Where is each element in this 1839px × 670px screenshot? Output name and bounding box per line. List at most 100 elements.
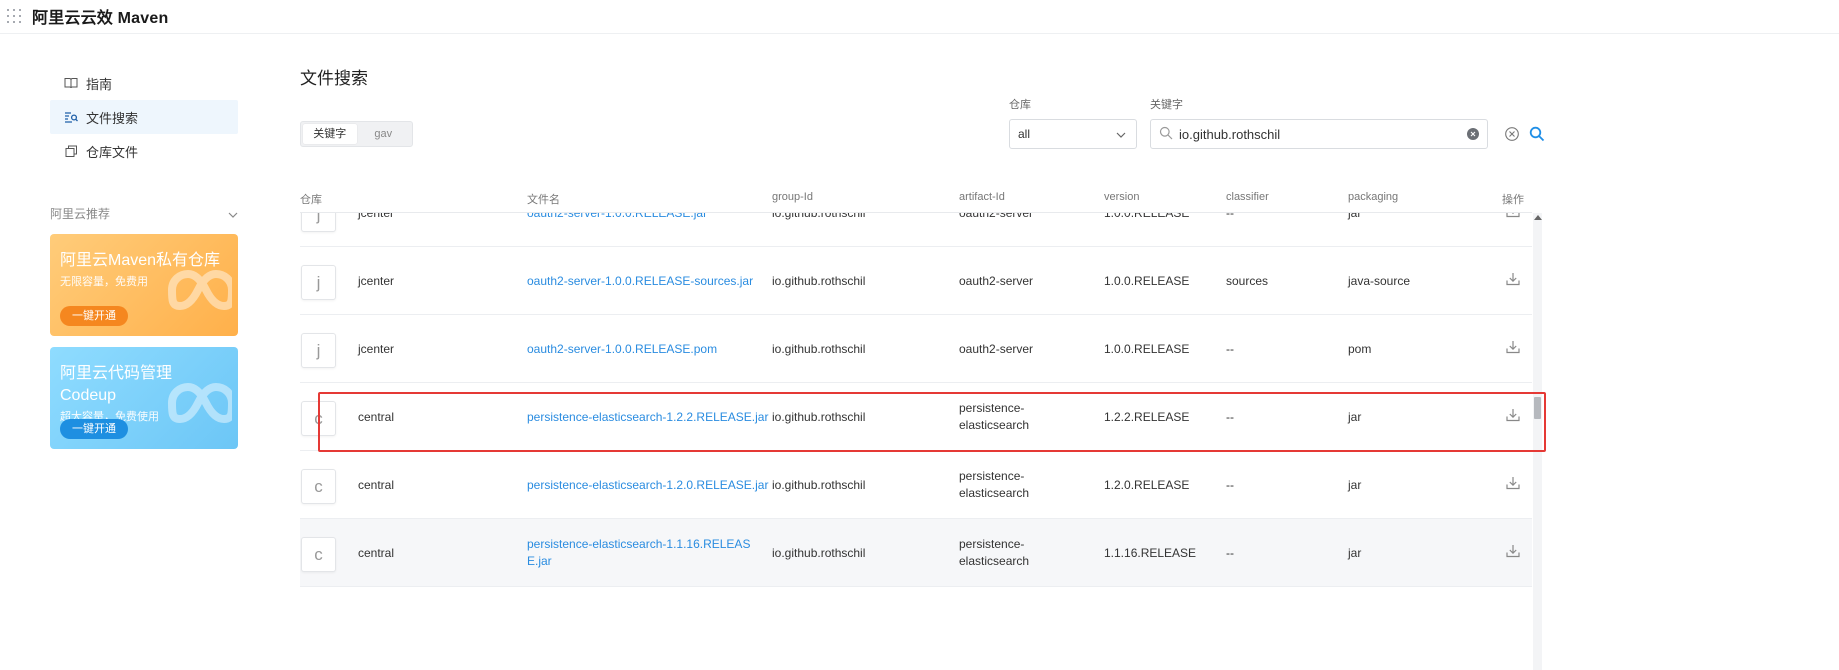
sidebar: 指南 文件搜索 仓库文件 (50, 66, 238, 168)
version-cell: 1.0.0.RELEASE (1104, 213, 1189, 247)
group-cell: io.github.rothschil (772, 273, 866, 288)
classifier-cell: -- (1226, 545, 1234, 560)
file-link[interactable]: oauth2-server-1.0.0.RELEASE-sources.jar (527, 247, 753, 315)
keyword-label: 关键字 (1150, 99, 1183, 111)
copy-icon (64, 144, 78, 158)
artifact-cell: persistence-elasticsearch (959, 537, 1030, 568)
packaging-cell: jar (1348, 213, 1361, 247)
activate-button[interactable]: 一键开通 (60, 306, 128, 326)
table-scrollbar[interactable] (1533, 213, 1542, 670)
sidebar-item-guide[interactable]: 指南 (50, 66, 238, 100)
column-header-group-id: group-Id (772, 191, 813, 203)
file-link[interactable]: persistence-elasticsearch-1.1.16.RELEASE… (527, 519, 752, 587)
chevron-down-icon[interactable] (228, 207, 238, 221)
results-table-body: j jcenter oauth2-server-1.0.0.RELEASE.ja… (300, 213, 1532, 670)
version-cell: 1.0.0.RELEASE (1104, 273, 1190, 288)
table-row: c central persistence-elasticsearch-1.2.… (300, 383, 1532, 451)
app-grid-icon[interactable] (6, 8, 21, 23)
column-header-repo: 仓库 (300, 194, 322, 206)
download-icon[interactable] (1505, 271, 1521, 287)
repo-select-value: all (1018, 127, 1031, 141)
search-icon (1159, 126, 1173, 143)
infinity-logo-icon (167, 382, 232, 424)
artifact-cell: oauth2-server (959, 341, 1034, 356)
artifact-cell: persistence-elasticsearch (959, 469, 1030, 500)
version-cell: 1.1.16.RELEASE (1104, 545, 1197, 560)
column-header-artifact-id: artifact-Id (959, 191, 1005, 203)
table-row: c central persistence-elasticsearch-1.2.… (300, 451, 1532, 519)
repo-cell: jcenter (358, 213, 394, 247)
group-cell: io.github.rothschil (772, 213, 865, 247)
classifier-cell: -- (1226, 409, 1234, 424)
app-title: 阿里云云效 Maven (32, 10, 169, 27)
promo-card-codeup[interactable]: 阿里云代码管理Codeup 超大容量，免费使用 一键开通 (50, 347, 238, 449)
recommend-title: 阿里云推荐 (50, 207, 111, 221)
search-button[interactable] (1527, 124, 1547, 144)
promo-subtitle: 无限容量，免费用 (60, 276, 148, 288)
group-cell: io.github.rothschil (772, 409, 866, 424)
classifier-cell: sources (1226, 273, 1269, 288)
download-icon[interactable] (1505, 543, 1521, 559)
recommend-header[interactable]: 阿里云推荐 (50, 205, 238, 222)
packaging-cell: jar (1348, 477, 1362, 492)
scroll-thumb[interactable] (1534, 397, 1541, 419)
classifier-cell: -- (1226, 213, 1234, 247)
repo-cell: jcenter (358, 273, 395, 288)
keyword-search-box[interactable] (1150, 119, 1488, 149)
column-header-packaging: packaging (1348, 191, 1399, 203)
file-link[interactable]: persistence-elasticsearch-1.2.0.RELEASE.… (527, 451, 768, 519)
artifact-cell: persistence-elasticsearch (959, 401, 1030, 432)
repo-avatar: j (301, 213, 336, 232)
repo-avatar: c (301, 469, 336, 504)
search-mode-toggle: 关键字 gav (300, 121, 413, 147)
repo-avatar: j (301, 265, 336, 300)
table-row: j jcenter oauth2-server-1.0.0.RELEASE.po… (300, 315, 1532, 383)
download-icon[interactable] (1505, 213, 1521, 219)
group-cell: io.github.rothschil (772, 341, 866, 356)
promo-card-maven[interactable]: 阿里云Maven私有仓库 无限容量，免费用 一键开通 (50, 234, 238, 336)
repo-cell: central (358, 409, 395, 424)
clear-input-icon[interactable] (1467, 128, 1479, 140)
table-row: c central persistence-elasticsearch-1.1.… (300, 519, 1532, 587)
sidebar-item-label: 文件搜索 (86, 110, 139, 126)
column-header-filename: 文件名 (527, 194, 560, 206)
top-bar: 阿里云云效 Maven (0, 0, 1839, 34)
artifact-cell: oauth2-server (959, 273, 1034, 288)
download-icon[interactable] (1505, 407, 1521, 423)
sidebar-item-label: 指南 (86, 76, 113, 92)
version-cell: 1.2.0.RELEASE (1104, 477, 1190, 492)
repo-avatar: c (301, 537, 336, 572)
artifact-cell: oauth2-server (959, 213, 1033, 247)
repo-label: 仓库 (1009, 99, 1031, 111)
packaging-cell: jar (1348, 409, 1362, 424)
version-cell: 1.2.2.RELEASE (1104, 409, 1190, 424)
download-icon[interactable] (1505, 339, 1521, 355)
repo-cell: central (358, 545, 395, 560)
page-title: 文件搜索 (300, 69, 368, 88)
column-header-version: version (1104, 191, 1140, 203)
book-icon (64, 76, 78, 90)
repo-avatar: c (301, 401, 336, 436)
repo-avatar: j (301, 333, 336, 368)
results-table-header: 仓库 文件名 group-Id artifact-Id version clas… (300, 188, 1532, 213)
file-link[interactable]: oauth2-server-1.0.0.RELEASE.pom (527, 315, 717, 383)
tab-keyword[interactable]: 关键字 (303, 124, 357, 144)
download-icon[interactable] (1505, 475, 1521, 491)
keyword-input[interactable] (1179, 126, 1467, 142)
activate-button[interactable]: 一键开通 (60, 419, 128, 439)
reset-button[interactable] (1502, 124, 1522, 144)
classifier-cell: -- (1226, 341, 1234, 356)
chevron-down-icon (1116, 127, 1126, 141)
sidebar-item-repo-files[interactable]: 仓库文件 (50, 134, 238, 168)
column-header-action: 操作 (1502, 194, 1524, 206)
classifier-cell: -- (1226, 477, 1234, 492)
version-cell: 1.0.0.RELEASE (1104, 341, 1190, 356)
search-icon (1529, 126, 1545, 142)
file-link[interactable]: oauth2-server-1.0.0.RELEASE.jar (527, 213, 707, 247)
tab-gav[interactable]: gav (357, 124, 411, 144)
sidebar-item-file-search[interactable]: 文件搜索 (50, 100, 238, 134)
repo-select[interactable]: all (1009, 119, 1137, 149)
scroll-up-arrow-icon[interactable] (1534, 215, 1542, 220)
file-link[interactable]: persistence-elasticsearch-1.2.2.RELEASE.… (527, 383, 768, 451)
packaging-cell: pom (1348, 341, 1372, 356)
